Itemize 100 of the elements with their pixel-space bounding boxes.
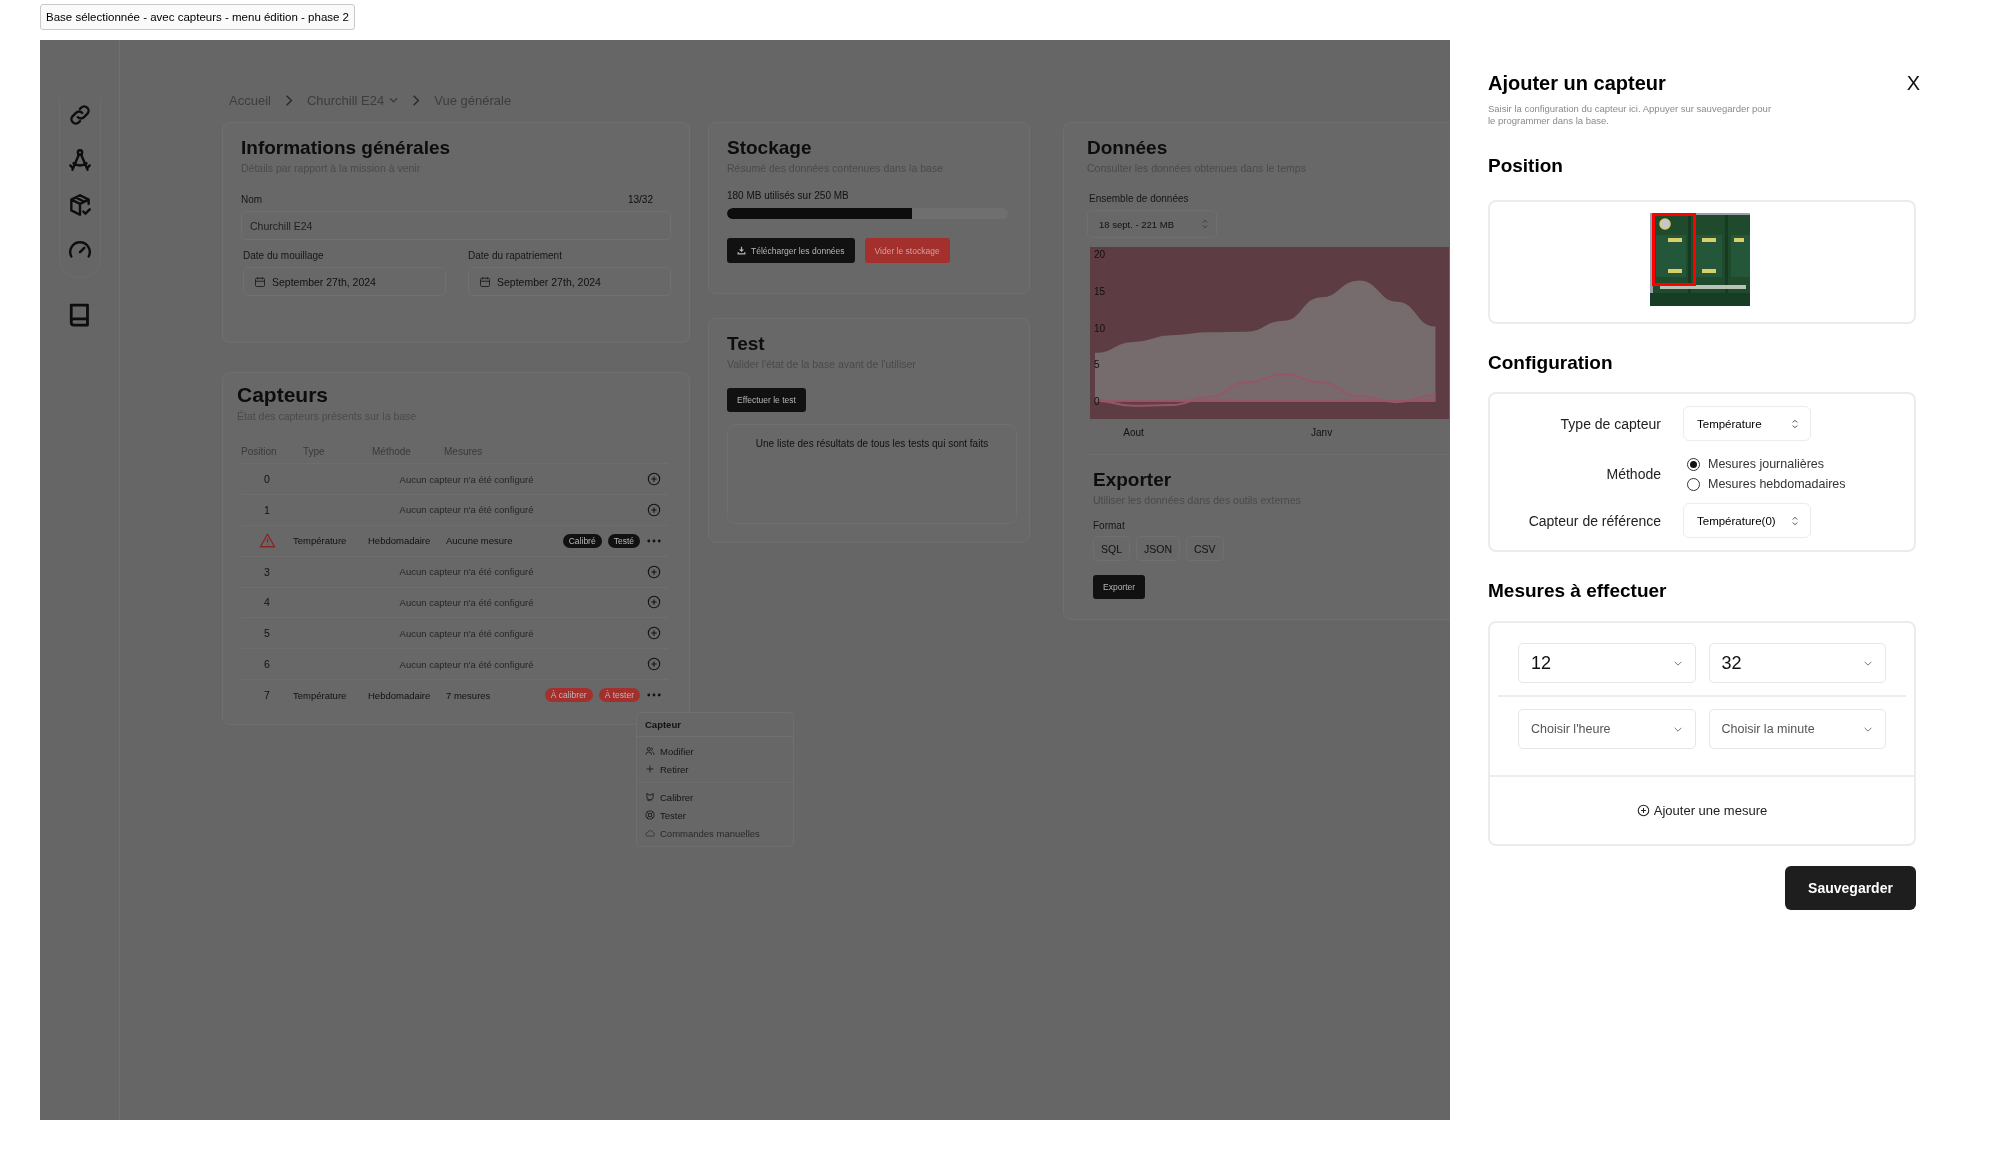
more-icon[interactable] (647, 538, 661, 543)
empty-message: Aucun capteur n'a été configuré (398, 473, 535, 485)
time-select[interactable]: Choisir l'heure (1518, 709, 1696, 749)
menu-item-label: Tester (660, 809, 686, 821)
position-cell-text: 5 (263, 627, 271, 640)
character-count: 13/32 (627, 194, 654, 205)
date-field[interactable]: September 27th, 2024 (243, 267, 446, 296)
section-title: Exporter (1093, 469, 1172, 491)
add-circle-icon[interactable] (647, 657, 661, 672)
plus-icon (645, 764, 655, 774)
radio-option[interactable]: Mesures journalières (1687, 457, 1914, 471)
chevron-right-icon (412, 93, 421, 107)
method-cell-text: Hebdomadaire (368, 689, 432, 701)
up-down-icon (1202, 219, 1208, 229)
y-tick-label: 20 (1094, 249, 1106, 261)
radio-option[interactable]: Mesures hebdomadaires (1687, 477, 1914, 491)
field-label: Format (1093, 520, 1125, 531)
cloud-icon (645, 828, 655, 838)
card-title: Test (727, 333, 765, 355)
menu-item-label: Calibrer (660, 791, 694, 803)
y-tick-label: 0 (1094, 395, 1100, 407)
more-icon[interactable] (647, 693, 661, 698)
time-select[interactable]: Choisir la minute (1708, 709, 1886, 749)
run-test-button[interactable]: Effectuer le test (727, 388, 806, 412)
field-label: Date du mouillage (243, 250, 325, 261)
section-heading: Position (1488, 155, 1564, 177)
add-circle-icon[interactable] (647, 564, 661, 579)
type-cell-text: Température (293, 535, 348, 547)
cat-icon (645, 792, 655, 802)
add-circle-icon[interactable] (647, 502, 661, 517)
menu-title: Capteur (637, 713, 793, 737)
add-measure-button[interactable]: Ajouter une mesure (1630, 802, 1774, 819)
drawer-description: Saisir la configuration du capteur ici. Appuyer sur sauvegarder pour le programmer dans la base. (1488, 103, 1773, 127)
menu-item[interactable]: Modifier (637, 742, 793, 760)
field-label: Méthode (1605, 466, 1661, 482)
method-cell-text: Hebdomadaire (368, 535, 432, 547)
select-field[interactable]: Température (1683, 406, 1811, 441)
status-badge: À tester (598, 688, 640, 703)
field-label: Date du rapatriement (468, 250, 563, 261)
position-cell-text: 1 (263, 503, 271, 516)
position-cell-text: 6 (263, 658, 271, 671)
empty-message: Aucun capteur n'a été configuré (398, 597, 535, 608)
users-icon (645, 746, 655, 756)
measures-cell-text: Aucune mesure (446, 535, 514, 547)
name-field[interactable]: Churchill E24 (241, 211, 671, 240)
chevron-right-icon (284, 93, 293, 107)
empty-message: Aucun capteur n'a été configuré (398, 504, 535, 516)
measures-cell-text: 7 mesures (446, 689, 492, 701)
date-field[interactable]: September 27th, 2024 (468, 267, 671, 296)
add-circle-icon[interactable] (647, 472, 661, 487)
save-button[interactable]: Sauvegarder (1785, 866, 1916, 910)
menu-item[interactable]: Tester (637, 806, 793, 824)
format-toggle[interactable]: SQL (1093, 536, 1130, 561)
y-tick-label: 15 (1094, 285, 1106, 297)
position-cell-text: 3 (263, 565, 271, 578)
y-tick-label: 10 (1094, 322, 1106, 334)
section-heading: Mesures à effectuer (1488, 580, 1668, 602)
empty-message: Aucun capteur n'a été configuré (398, 566, 535, 578)
x-tick-label: Janv (1311, 427, 1333, 438)
format-toggle[interactable]: CSV (1186, 536, 1224, 561)
dataset-select[interactable]: 18 sept. - 221 MB (1087, 210, 1217, 238)
position-cell: 7 (264, 689, 270, 702)
export-button[interactable]: Exporter (1093, 575, 1146, 599)
page-label: Base sélectionnée - avec capteurs - menu édition - phase 2 (40, 4, 355, 30)
action-button[interactable]: Télécharger les données (727, 238, 855, 263)
menu-item-label: Modifier (660, 745, 694, 757)
add-circle-icon (1636, 804, 1650, 817)
field-label: Type de capteur (1559, 415, 1661, 432)
field-label: Capteur de référence (1527, 512, 1661, 529)
select-field[interactable]: Température(0) (1683, 503, 1811, 538)
type-cell-text: Température (293, 689, 348, 701)
menu-item-label: Retirer (660, 763, 689, 775)
card-title: Informations générales (241, 137, 451, 159)
lifebuoy-icon (645, 810, 655, 820)
calendar-icon (479, 275, 491, 288)
chevron-down-icon (1863, 659, 1873, 667)
up-down-icon (1792, 515, 1798, 526)
compass-icon[interactable] (66, 147, 93, 173)
usage-text: 180 MB utilisés sur 250 MB (727, 190, 849, 201)
time-select[interactable]: 32 (1708, 643, 1886, 683)
card-title: Capteurs (237, 383, 329, 407)
add-circle-icon[interactable] (647, 595, 661, 610)
add-circle-icon[interactable] (647, 626, 661, 641)
action-button[interactable]: Vider le stockage (864, 238, 950, 263)
menu-item[interactable]: Retirer (637, 760, 793, 778)
chevron-down-icon (1863, 725, 1873, 733)
time-select[interactable]: 12 (1518, 643, 1696, 683)
x-tick-label: Aout (1123, 427, 1144, 438)
menu-item[interactable]: Calibrer (637, 788, 793, 806)
chevron-down-icon (1672, 659, 1683, 667)
status-badge: À calibrer (544, 688, 593, 703)
section-heading: Configuration (1488, 352, 1614, 374)
option-label: Mesures journalières (1708, 457, 1825, 471)
status-badge: Testé (607, 533, 640, 548)
empty-message: Aucun capteur n'a été configuré (398, 658, 535, 670)
format-toggle[interactable]: JSON (1136, 536, 1181, 561)
position-cell-text: 0 (263, 473, 271, 486)
field-label: Ensemble de données (1088, 193, 1189, 204)
close-button[interactable]: X (1906, 72, 1920, 95)
empty-message: Aucun capteur n'a été configuré (398, 627, 535, 639)
